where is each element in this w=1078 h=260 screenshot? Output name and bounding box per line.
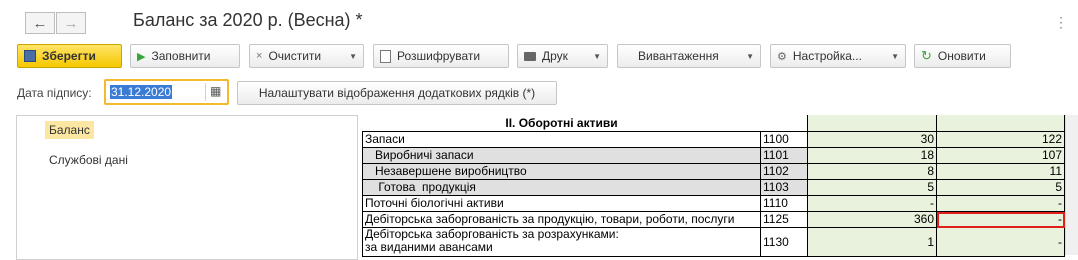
fill-button[interactable]: ▶ Заповнити (130, 44, 240, 68)
form-pages-list: Баланс Службові дані (16, 115, 358, 260)
value-cell-start[interactable]: 1 (807, 227, 937, 257)
sidebar-item-service-data[interactable]: Службові дані (45, 151, 132, 169)
sidebar-item-label: Баланс (49, 123, 90, 137)
more-menu-icon[interactable]: ⋮ (1054, 14, 1068, 31)
row-name: Готова продукція (362, 179, 761, 196)
page-title: Баланс за 2020 р. (Весна) * (133, 10, 363, 30)
save-button[interactable]: Зберегти (17, 44, 122, 68)
row-name: Незавершене виробництво (362, 163, 761, 180)
row-code: 1102 (760, 163, 808, 180)
print-button-label: Друк (542, 49, 568, 63)
document-icon (380, 49, 391, 63)
signature-date-label: Дата підпису: (17, 86, 92, 100)
refresh-button-label: Оновити (937, 49, 986, 63)
save-button-label: Зберегти (42, 49, 96, 63)
refresh-button[interactable]: ↻ Оновити (914, 44, 1011, 68)
print-button[interactable]: Друк ▼ (517, 44, 608, 68)
row-code: 1101 (760, 147, 808, 164)
chevron-down-icon: ▼ (746, 51, 754, 61)
row-code: 1100 (760, 131, 808, 148)
value-cell-start[interactable]: 5 (807, 179, 937, 196)
row-code: 1110 (760, 195, 808, 212)
table-row: Дебіторська заборгованість за продукцію,… (362, 211, 1065, 228)
gear-icon: ⚙ (777, 50, 787, 63)
chevron-down-icon: ▼ (593, 51, 601, 61)
section-title: II. Оборотні активи (505, 115, 618, 130)
row-name: Дебіторська заборгованість за розрахунка… (362, 227, 761, 257)
table-row: Виробничі запаси 1101 18 107 (362, 147, 1065, 164)
fill-button-label: Заповнити (151, 49, 211, 63)
settings-button[interactable]: ⚙ Настройка... ▼ (770, 44, 906, 68)
value-cell-start[interactable]: - (807, 195, 937, 212)
table-row: Поточні біологічні активи 1110 - - (362, 195, 1065, 212)
row-code: 1130 (760, 227, 808, 257)
vertical-scrollbar[interactable] (1065, 115, 1078, 255)
value-cell-end[interactable]: 122 (936, 131, 1065, 148)
refresh-icon: ↻ (921, 48, 932, 63)
divider (205, 83, 206, 101)
chevron-down-icon: ▼ (891, 51, 899, 61)
decode-button-label: Розшифрувати (397, 49, 481, 63)
clear-button-label: Очистити (268, 49, 322, 63)
arrow-left-icon: ← (32, 14, 48, 32)
decode-button[interactable]: Розшифрувати (373, 44, 509, 68)
section-header-row: II. Оборотні активи (363, 115, 1065, 132)
chevron-down-icon: ▼ (349, 51, 357, 61)
signature-date-field[interactable]: 31.12.2020 ▦ (104, 79, 229, 105)
printer-icon (524, 51, 536, 61)
sidebar-item-label: Службові дані (49, 153, 128, 167)
settings-button-label: Настройка... (792, 49, 862, 63)
sidebar-item-balance[interactable]: Баланс (45, 121, 94, 139)
calendar-icon[interactable]: ▦ (210, 84, 221, 98)
value-cell-end[interactable]: - (936, 227, 1065, 257)
value-cell-start[interactable]: 360 (807, 211, 937, 228)
table-row: Незавершене виробництво 1102 8 11 (362, 163, 1065, 180)
value-cell-end-selected[interactable]: - (936, 211, 1065, 228)
back-button[interactable]: ← (25, 12, 55, 34)
table-row: Дебіторська заборгованість за розрахунка… (362, 227, 1065, 257)
value-cell-start[interactable]: 8 (807, 163, 937, 180)
row-code: 1125 (760, 211, 808, 228)
arrow-right-icon: → (63, 14, 79, 32)
value-cell-end[interactable]: 5 (936, 179, 1065, 196)
play-icon: ▶ (137, 50, 146, 63)
floppy-disk-icon (24, 50, 36, 62)
value-cell-end[interactable]: - (936, 195, 1065, 212)
value-cell-start[interactable]: 30 (807, 131, 937, 148)
value-cell-end[interactable]: 107 (936, 147, 1065, 164)
value-cell-start[interactable]: 18 (807, 147, 937, 164)
value-cell-end[interactable]: 11 (936, 163, 1065, 180)
row-code: 1103 (760, 179, 808, 196)
row-name: Поточні біологічні активи (362, 195, 761, 212)
row-name: Дебіторська заборгованість за продукцію,… (362, 211, 761, 228)
export-button-label: Вивантаження (638, 49, 719, 63)
row-name: Запаси (362, 131, 761, 148)
clear-button[interactable]: × Очистити ▼ (249, 44, 364, 68)
table-row: Готова продукція 1103 5 5 (362, 179, 1065, 196)
row-name: Виробничі запаси (362, 147, 761, 164)
balance-form-table: II. Оборотні активи Запаси 1100 30 122 В… (362, 115, 1065, 257)
signature-date-value: 31.12.2020 (110, 85, 173, 99)
configure-extra-rows-label: Налаштувати відображення додаткових рядк… (258, 86, 536, 100)
configure-extra-rows-button[interactable]: Налаштувати відображення додаткових рядк… (237, 81, 557, 105)
forward-button[interactable]: → (56, 12, 86, 34)
table-row: Запаси 1100 30 122 (362, 131, 1065, 148)
close-icon: × (256, 50, 263, 62)
export-button[interactable]: Вивантаження ▼ (617, 44, 761, 68)
